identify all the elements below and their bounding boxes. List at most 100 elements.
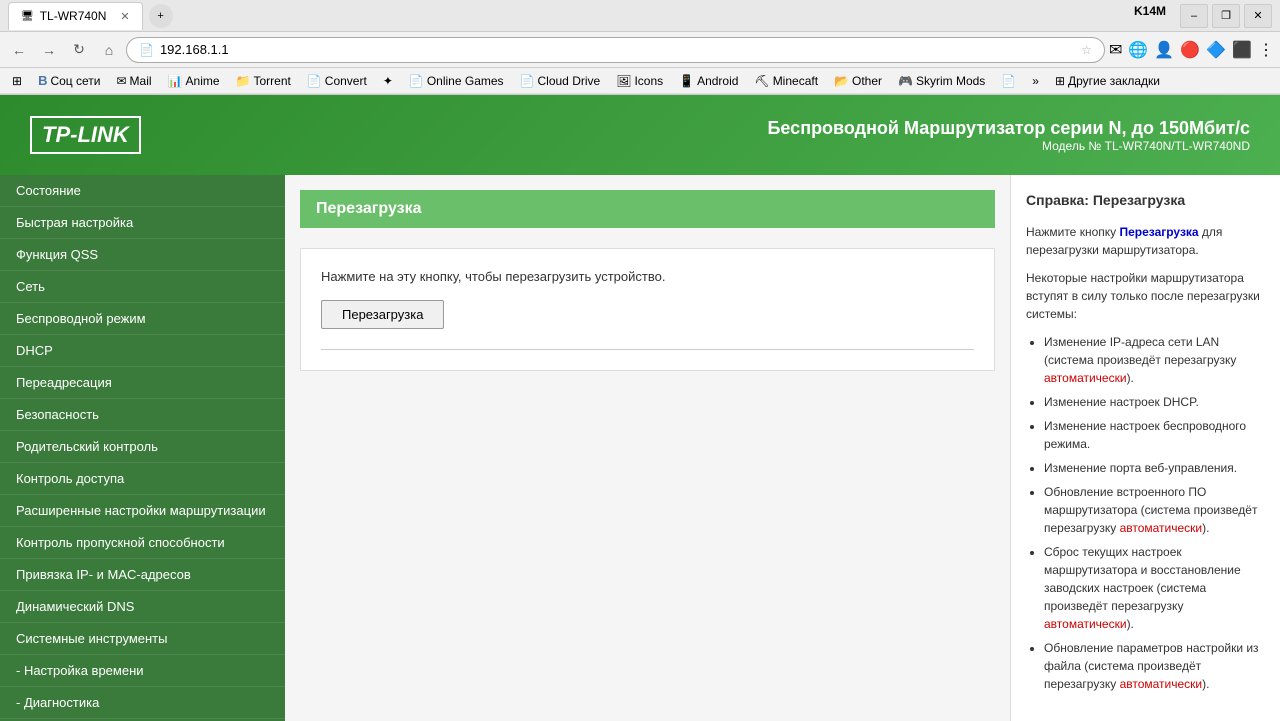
window-label: K14M xyxy=(1134,4,1166,28)
bookmark-torrent[interactable]: 📁 Torrent xyxy=(230,72,297,90)
reboot-button[interactable]: Перезагрузка xyxy=(321,300,444,329)
new-tab-button[interactable]: + xyxy=(149,4,173,28)
bookmark-android-label: Android xyxy=(697,74,738,88)
minimize-button[interactable]: – xyxy=(1180,4,1208,28)
router-header: TP-LINK Беспроводной Маршрутизатор серии… xyxy=(0,95,1280,175)
sidebar-item-parental[interactable]: Родительский контроль xyxy=(0,431,285,463)
bookmark-android[interactable]: 📱 Android xyxy=(673,72,744,90)
home-button[interactable]: ⌂ xyxy=(96,37,122,63)
sidebar-item-qss[interactable]: Функция QSS xyxy=(0,239,285,271)
torrent-icon: 📁 xyxy=(236,74,251,88)
bookmark-icons-label: Icons xyxy=(634,74,663,88)
bookmark-other-bookmarks[interactable]: ⊞ Другие закладки xyxy=(1049,72,1166,90)
sidebar-item-access[interactable]: Контроль доступа xyxy=(0,463,285,495)
bookmark-other-bookmarks-label: Другие закладки xyxy=(1068,74,1160,88)
star-icon[interactable]: ☆ xyxy=(1081,43,1092,57)
help-item-3: Изменение настроек беспроводного режима. xyxy=(1044,417,1265,453)
bookmark-icons[interactable]: 🖼 Icons xyxy=(610,72,669,90)
help-title: Справка: Перезагрузка xyxy=(1026,190,1265,211)
tab-close-button[interactable]: ✕ xyxy=(120,10,129,23)
bookmark-cloud-drive[interactable]: 📄 Cloud Drive xyxy=(514,72,607,90)
bookmark-star[interactable]: ✦ xyxy=(377,72,399,90)
bookmark-minecraft-label: Minecaft xyxy=(773,74,818,88)
sidebar-item-binding[interactable]: Привязка IP- и MAC-адресов xyxy=(0,559,285,591)
sidebar-item-status[interactable]: Состояние xyxy=(0,175,285,207)
android-icon: 📱 xyxy=(679,74,694,88)
bookmark-apps[interactable]: ⊞ xyxy=(6,72,28,90)
bookmark-other[interactable]: 📂 Other xyxy=(828,72,888,90)
sidebar-item-time[interactable]: - Настройка времени xyxy=(0,655,285,687)
more-bookmarks-icon: 📄 xyxy=(1001,74,1016,88)
profile-icon[interactable]: 👤 xyxy=(1154,40,1174,60)
online-games-icon: 📄 xyxy=(409,74,424,88)
bookmark-vk[interactable]: В Соц сети xyxy=(32,71,106,90)
translate-icon[interactable]: 🌐 xyxy=(1128,40,1148,60)
bookmark-mail[interactable]: ✉ Mail xyxy=(110,72,157,90)
help-list: Изменение IP-адреса сети LAN (система пр… xyxy=(1026,333,1265,693)
router-sub-title: Модель № TL-WR740N/TL-WR740ND xyxy=(767,139,1250,153)
bookmark-anime-label: Anime xyxy=(186,74,220,88)
vk-icon: В xyxy=(38,73,47,88)
bookmark-cloud-drive-label: Cloud Drive xyxy=(538,74,601,88)
other-icon: 📂 xyxy=(834,74,849,88)
content-divider xyxy=(321,349,974,350)
help-item-2: Изменение настроек DHCP. xyxy=(1044,393,1265,411)
nav-bar: ← → ↻ ⌂ 📄 ☆ ✉ 🌐 👤 🔴 🔷 ⬛ ⋮ xyxy=(0,32,1280,68)
extension2-icon[interactable]: 🔷 xyxy=(1206,40,1226,60)
close-button[interactable]: ✕ xyxy=(1244,4,1272,28)
bookmark-overflow[interactable]: » xyxy=(1026,72,1045,90)
sidebar-item-tools[interactable]: Системные инструменты xyxy=(0,623,285,655)
router-ui: TP-LINK Беспроводной Маршрутизатор серии… xyxy=(0,95,1280,721)
bookmark-torrent-label: Torrent xyxy=(253,74,290,88)
mail-icon: ✉ xyxy=(116,74,126,88)
extension1-icon[interactable]: 🔴 xyxy=(1180,40,1200,60)
refresh-button[interactable]: ↻ xyxy=(66,37,92,63)
help-panel: Справка: Перезагрузка Нажмите кнопку Пер… xyxy=(1010,175,1280,721)
sidebar-item-network[interactable]: Сеть xyxy=(0,271,285,303)
apps-icon: ⊞ xyxy=(12,74,22,88)
forward-button[interactable]: → xyxy=(36,37,62,63)
router-body: Состояние Быстрая настройка Функция QSS … xyxy=(0,175,1280,721)
sidebar-item-wireless[interactable]: Беспроводной режим xyxy=(0,303,285,335)
address-bar[interactable]: 📄 ☆ xyxy=(126,37,1105,63)
bookmark-skyrim-label: Skyrim Mods xyxy=(916,74,985,88)
restore-button[interactable]: ❐ xyxy=(1212,4,1240,28)
sidebar-item-quick-setup[interactable]: Быстрая настройка xyxy=(0,207,285,239)
bookmark-convert[interactable]: 📄 Convert xyxy=(301,72,373,90)
title-bar-actions: K14M – ❐ ✕ xyxy=(1134,4,1272,28)
sidebar-item-diagnostics[interactable]: - Диагностика xyxy=(0,687,285,719)
sidebar-item-routing[interactable]: Расширенные настройки маршрутизации xyxy=(0,495,285,527)
help-note: Некоторые настройки маршрутизатора вступ… xyxy=(1026,269,1265,323)
bookmark-skyrim[interactable]: 🎮 Skyrim Mods xyxy=(892,72,991,90)
help-item-5: Обновление встроенного ПО маршрутизатора… xyxy=(1044,483,1265,537)
browser-tab[interactable]: 🖥 TL-WR740N ✕ xyxy=(8,2,143,30)
convert-icon: 📄 xyxy=(307,74,322,88)
address-input[interactable] xyxy=(160,42,1075,57)
reboot-body: Нажмите на эту кнопку, чтобы перезагрузи… xyxy=(300,248,995,371)
bookmark-online-games[interactable]: 📄 Online Games xyxy=(403,72,510,90)
bookmarks-bar: ⊞ В Соц сети ✉ Mail 📊 Anime 📁 Torrent 📄 … xyxy=(0,68,1280,94)
sidebar-item-bandwidth[interactable]: Контроль пропускной способности xyxy=(0,527,285,559)
help-item-1: Изменение IP-адреса сети LAN (система пр… xyxy=(1044,333,1265,387)
bookmark-anime[interactable]: 📊 Anime xyxy=(162,72,226,90)
sidebar-item-ddns[interactable]: Динамический DNS xyxy=(0,591,285,623)
extension3-icon[interactable]: ⬛ xyxy=(1232,40,1252,60)
help-item-7: Обновление параметров настройки из файла… xyxy=(1044,639,1265,693)
reboot-instruction: Нажмите на эту кнопку, чтобы перезагрузи… xyxy=(321,269,974,284)
menu-icon[interactable]: ⋮ xyxy=(1258,40,1274,60)
sidebar-item-forwarding[interactable]: Переадресация xyxy=(0,367,285,399)
email-icon[interactable]: ✉ xyxy=(1109,40,1122,60)
other-bookmarks-icon: ⊞ xyxy=(1055,74,1065,88)
sidebar-item-dhcp[interactable]: DHCP xyxy=(0,335,285,367)
bookmark-other-label: Other xyxy=(852,74,882,88)
tab-title: TL-WR740N xyxy=(40,9,107,23)
sidebar-item-security[interactable]: Безопасность xyxy=(0,399,285,431)
bookmark-mail-label: Mail xyxy=(130,74,152,88)
router-title: Беспроводной Маршрутизатор серии N, до 1… xyxy=(767,118,1250,153)
bookmark-minecraft[interactable]: ⛏ Minecaft xyxy=(748,72,824,90)
star-bookmark-icon: ✦ xyxy=(383,74,393,88)
sidebar: Состояние Быстрая настройка Функция QSS … xyxy=(0,175,285,721)
back-button[interactable]: ← xyxy=(6,37,32,63)
bookmark-more[interactable]: 📄 xyxy=(995,72,1022,90)
page-icon: 📄 xyxy=(139,43,154,57)
